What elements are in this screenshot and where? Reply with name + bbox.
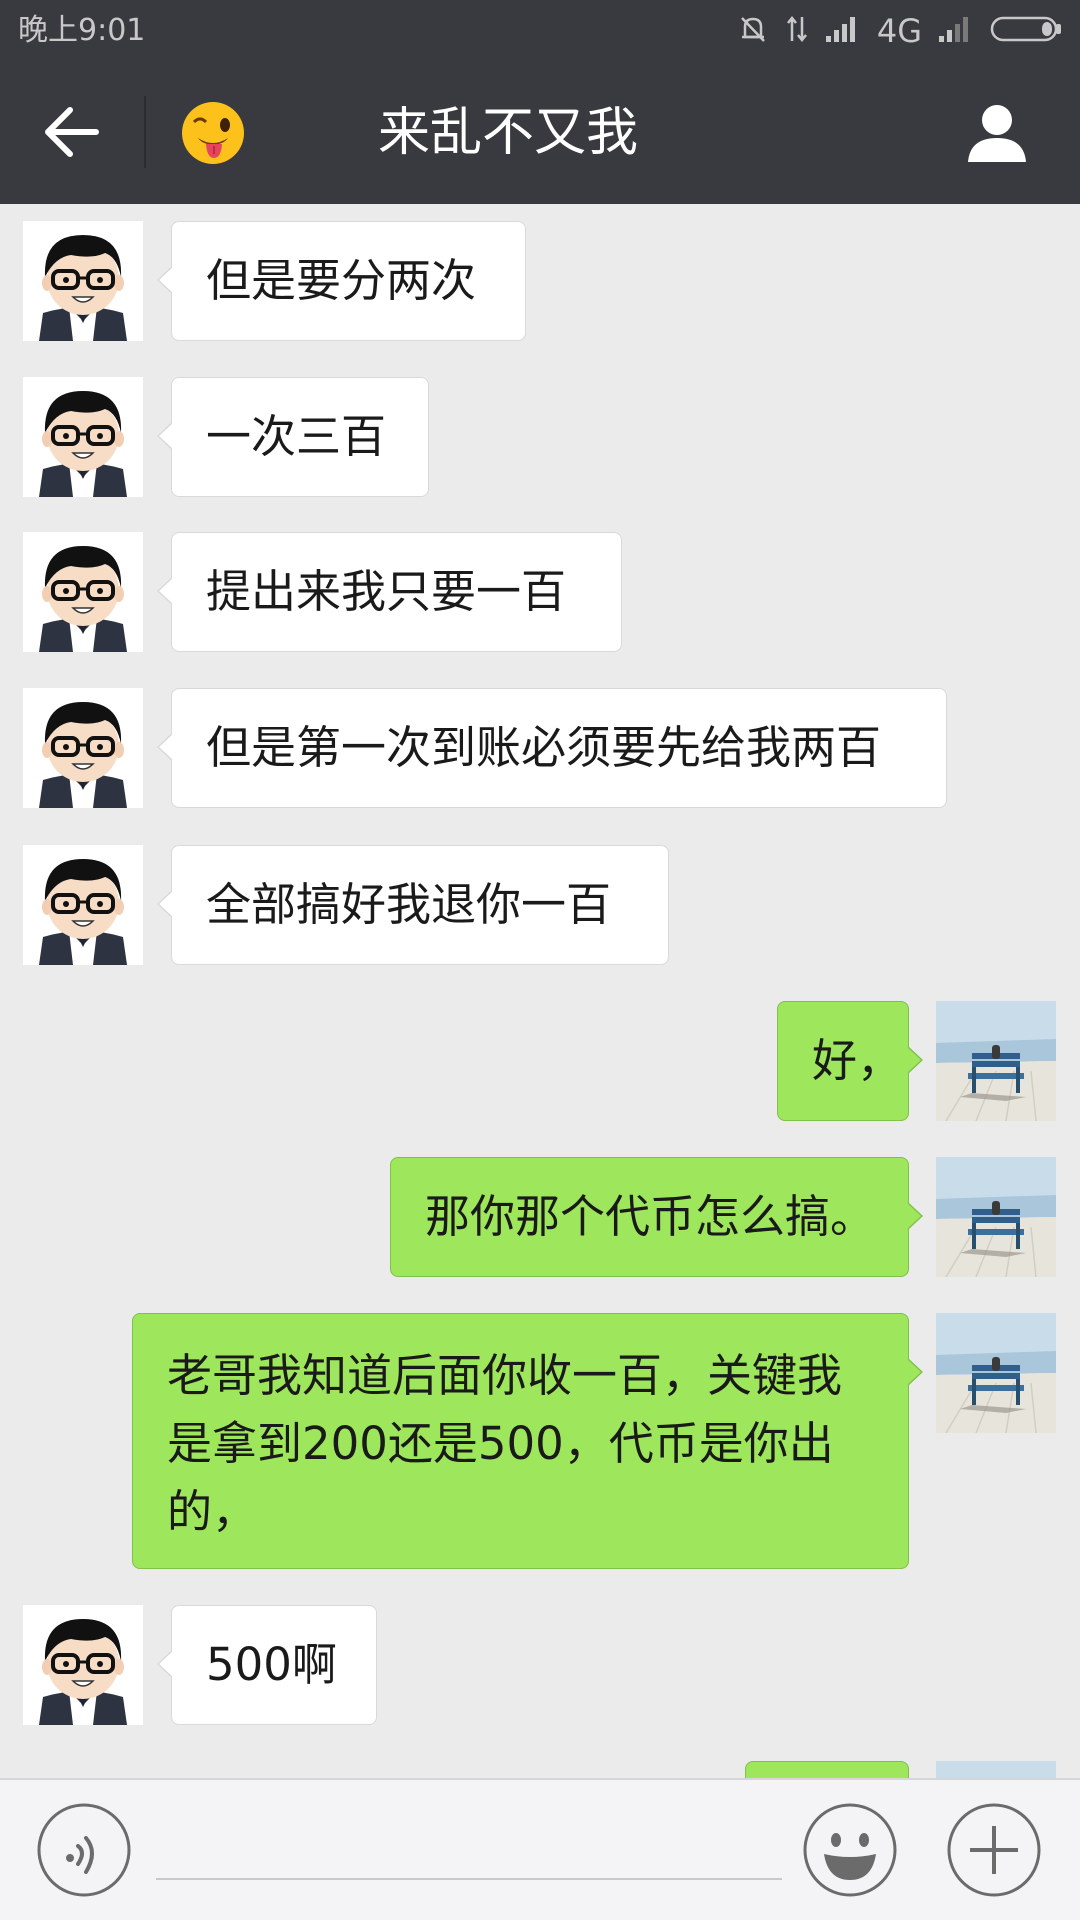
- network-type: 4G: [876, 12, 922, 50]
- header-divider: [144, 96, 146, 168]
- emoji-button[interactable]: [802, 1802, 898, 1898]
- contact-avatar[interactable]: [23, 532, 143, 652]
- incoming-message-bubble[interactable]: 一次三百: [157, 377, 429, 497]
- message-text: 但是第一次到账必须要先给我两百: [206, 721, 882, 774]
- message-text: 好，: [812, 1034, 903, 1087]
- message-text: 那你那个代币怎么搞。: [425, 1190, 876, 1243]
- mute-bell-icon: [737, 13, 769, 49]
- status-bar: 晚上9:01 4G: [0, 0, 1080, 62]
- contact-avatar[interactable]: [23, 221, 143, 341]
- smiley-icon: [803, 1803, 897, 1897]
- contact-avatar[interactable]: [23, 688, 143, 808]
- outgoing-message-bubble[interactable]: 老哥我知道后面你收一百，关键我是拿到200还是500，代币是你出的，: [132, 1313, 923, 1569]
- my-avatar[interactable]: [936, 1157, 1056, 1277]
- status-icons: 4G: [737, 10, 1064, 52]
- message-text: 提出来我只要一百: [206, 565, 567, 618]
- message-text: 老哥我知道后面你收一百，关键我是拿到200还是500，代币是你出的，: [167, 1349, 843, 1538]
- my-avatar[interactable]: [936, 1001, 1056, 1121]
- message-text: 500啊: [206, 1638, 337, 1691]
- status-time: 晚上9:01: [18, 13, 146, 48]
- signal-icon-secondary: [938, 14, 974, 48]
- incoming-message-bubble[interactable]: 但是要分两次: [157, 221, 526, 341]
- incoming-message-bubble[interactable]: 提出来我只要一百: [157, 532, 622, 652]
- voice-icon: [37, 1803, 131, 1897]
- chat-input-bar: [0, 1778, 1080, 1920]
- message-text: 但是要分两次: [206, 254, 477, 307]
- incoming-message-bubble[interactable]: 500啊: [157, 1605, 377, 1725]
- message-input[interactable]: [156, 1800, 782, 1880]
- contact-avatar[interactable]: [23, 845, 143, 965]
- signal-icon: [825, 14, 861, 48]
- chat-info-button[interactable]: [964, 100, 1030, 166]
- more-options-button[interactable]: [946, 1802, 1042, 1898]
- message-text: 全部搞好我退你一百: [206, 878, 612, 931]
- outgoing-message-bubble[interactable]: 那你那个代币怎么搞。: [390, 1157, 923, 1277]
- person-icon: [968, 105, 1026, 162]
- my-avatar[interactable]: [936, 1313, 1056, 1433]
- message-text: 一次三百: [206, 410, 387, 463]
- incoming-message-bubble[interactable]: 全部搞好我退你一百: [157, 845, 669, 965]
- incoming-message-bubble[interactable]: 但是第一次到账必须要先给我两百: [157, 688, 947, 808]
- outgoing-message-bubble[interactable]: 好，: [777, 1001, 923, 1121]
- arrow-left-icon: [45, 107, 99, 157]
- data-transfer-icon: [785, 13, 809, 49]
- winking-tongue-emoji-icon: [180, 100, 246, 166]
- contact-avatar[interactable]: [23, 1605, 143, 1725]
- chat-header: 来乱不又我: [0, 62, 1080, 204]
- chat-title: 来乱不又我: [378, 103, 639, 163]
- voice-input-button[interactable]: [36, 1802, 132, 1898]
- battery-icon: [990, 14, 1064, 48]
- chat-screen: 晚上9:01 4G 来乱不又我 但是要分两次 一次三百 提出来我只要一百 但是第…: [0, 0, 1080, 1920]
- back-button[interactable]: [40, 100, 104, 164]
- plus-icon: [947, 1803, 1041, 1897]
- contact-avatar[interactable]: [23, 377, 143, 497]
